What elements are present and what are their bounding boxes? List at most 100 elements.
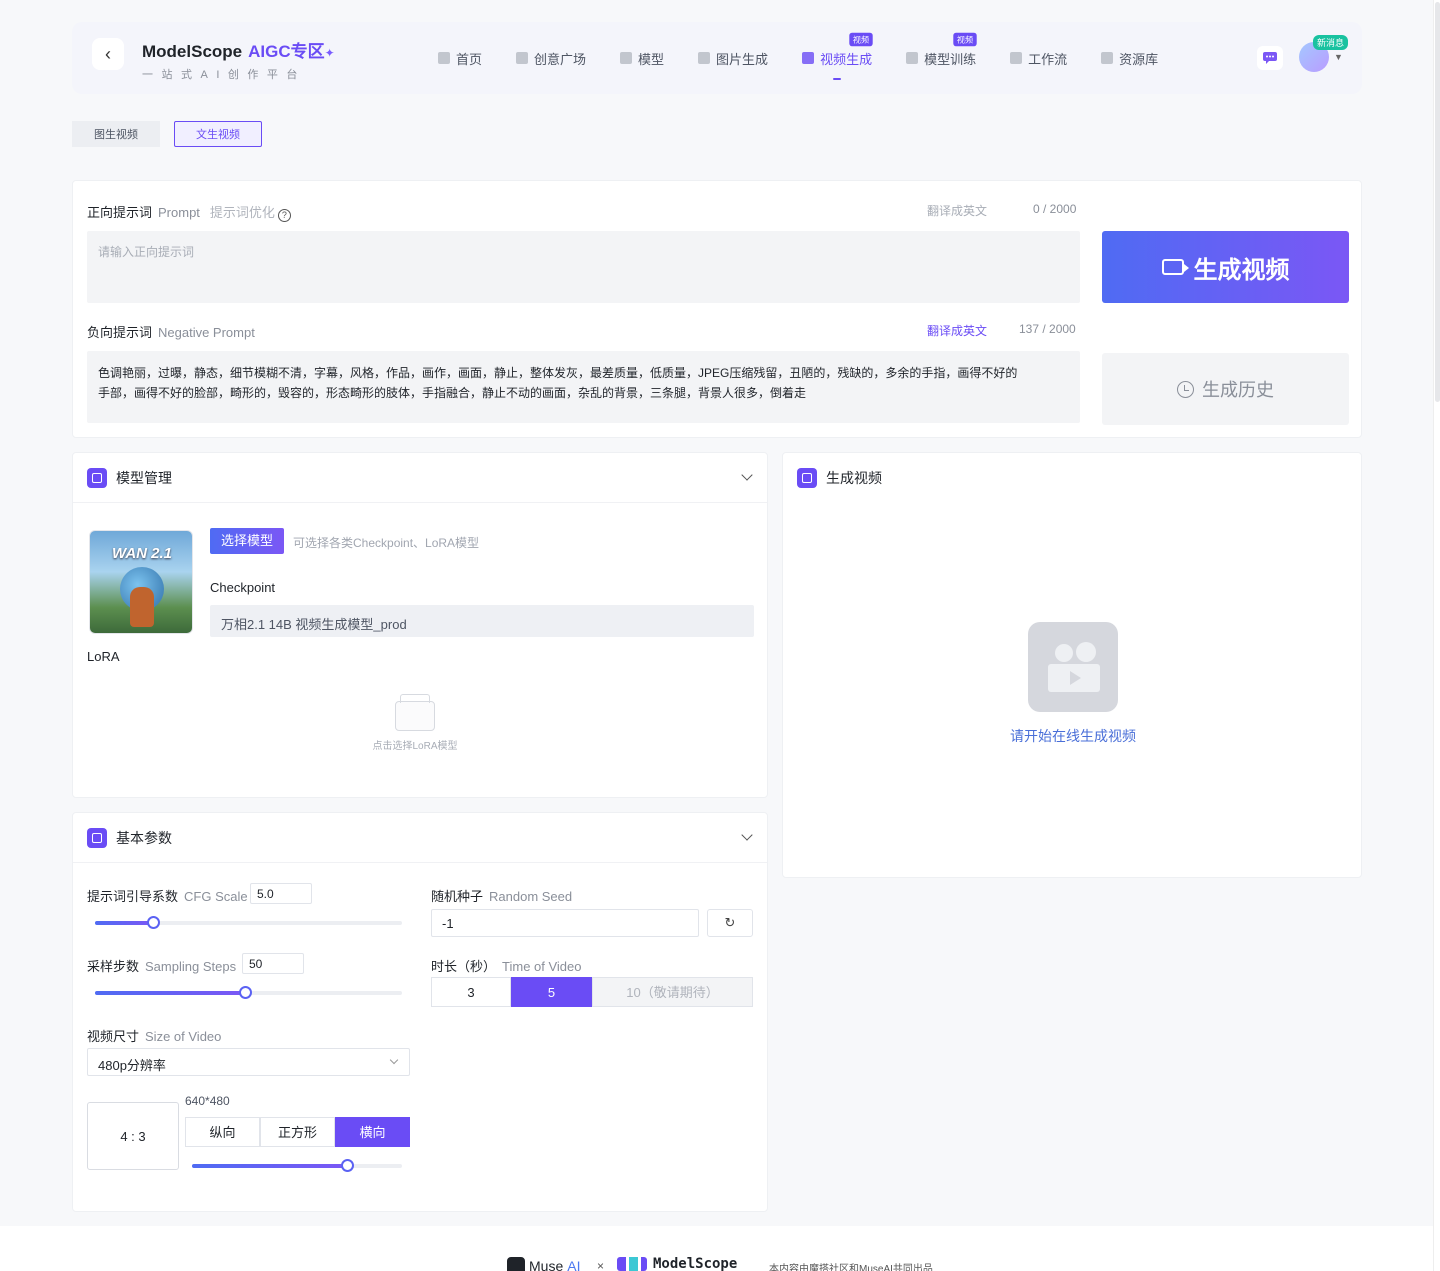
chat-icon xyxy=(1263,52,1277,64)
duration-label-row: 时长（秒） Time of Video xyxy=(431,956,582,975)
duration-segment: 3 5 10（敬请期待） xyxy=(431,977,753,1007)
prompt-translate-button[interactable]: 翻译成英文 xyxy=(927,202,987,219)
muse-ai-logo[interactable]: Muse AI xyxy=(507,1257,580,1271)
cfg-slider[interactable] xyxy=(95,916,402,929)
steps-slider-fill xyxy=(95,991,246,995)
size-select[interactable]: 480p分辨率 xyxy=(87,1048,410,1076)
aigc-label: AIGC专区 xyxy=(248,42,325,61)
negative-translate-button[interactable]: 翻译成英文 xyxy=(927,322,987,339)
message-button[interactable] xyxy=(1257,46,1283,70)
train-icon xyxy=(906,52,919,64)
cfg-input[interactable]: 5.0 xyxy=(250,883,312,904)
video-camera-icon xyxy=(1161,259,1189,275)
refresh-icon: ↻ xyxy=(724,915,736,930)
orientation-portrait[interactable]: 纵向 xyxy=(185,1117,260,1147)
duration-5s[interactable]: 5 xyxy=(511,977,592,1007)
negative-prompt-input[interactable]: 色调艳丽，过曝，静态，细节模糊不清，字幕，风格，作品，画作，画面，静止，整体发灰… xyxy=(87,351,1080,423)
main-nav: 首页 创意广场 模型 图片生成 视频生成 视频 模型训练 视频 工作流 资源库 xyxy=(438,22,1192,94)
prompt-label: 正向提示词 xyxy=(87,205,153,220)
prompt-optimize-link[interactable]: 提示词优化 xyxy=(210,205,275,220)
modelscope-text: ModelScope xyxy=(653,1256,738,1271)
cube-icon xyxy=(620,52,633,64)
duration-3s[interactable]: 3 xyxy=(431,977,511,1007)
nav-item-2[interactable]: 模型 xyxy=(620,22,664,94)
chevron-down-icon[interactable] xyxy=(741,829,753,841)
footer-x: × xyxy=(597,1259,605,1271)
muse-text: Muse xyxy=(529,1258,564,1271)
mode-tabs: 图生视频 文生视频 xyxy=(72,121,262,147)
tab-text-to-video[interactable]: 文生视频 xyxy=(174,121,262,147)
nav-item-6[interactable]: 工作流 xyxy=(1010,22,1067,94)
home-icon xyxy=(438,52,450,64)
brand-name: ModelScope xyxy=(142,42,243,61)
steps-slider-handle[interactable] xyxy=(239,986,253,999)
generated-video-title: 生成视频 xyxy=(826,470,882,486)
steps-label-row: 采样步数 Sampling Steps xyxy=(87,956,236,975)
model-management-header[interactable]: 模型管理 xyxy=(73,453,767,503)
model-management-title: 模型管理 xyxy=(116,469,172,486)
nav-item-label: 首页 xyxy=(456,51,483,67)
footer: Muse AI × ModelScope 本内容由魔搭社区和MuseAI共同出品 xyxy=(0,1226,1440,1271)
video-empty-text: 请开始在线生成视频 xyxy=(1010,728,1136,744)
generated-video-card: 生成视频 请开始在线生成视频 xyxy=(782,452,1362,878)
select-model-hint: 可选择各类Checkpoint、LoRA模型 xyxy=(293,536,480,550)
checkpoint-label: Checkpoint xyxy=(210,580,276,595)
orientation-slider[interactable] xyxy=(192,1159,402,1172)
generate-video-button[interactable]: 生成视频 xyxy=(1102,231,1349,303)
duration-label-en: Time of Video xyxy=(502,959,582,974)
nav-item-label: 资源库 xyxy=(1119,51,1159,67)
nav-item-0[interactable]: 首页 xyxy=(438,22,482,94)
modelscope-logo[interactable]: ModelScope xyxy=(617,1256,737,1271)
nav-item-1[interactable]: 创意广场 xyxy=(516,22,586,94)
footer-note: 本内容由魔搭社区和MuseAI共同出品 xyxy=(769,1264,933,1271)
checkpoint-field[interactable]: 万相2.1 14B 视频生成模型_prod xyxy=(210,605,754,637)
nav-item-7[interactable]: 资源库 xyxy=(1101,22,1158,94)
basic-params-header[interactable]: 基本参数 xyxy=(73,813,767,863)
flask-icon xyxy=(516,52,529,64)
seed-input[interactable]: -1 xyxy=(431,909,699,937)
negative-text-line-1: 色调艳丽，过曝，静态，细节模糊不清，字幕，风格，作品，画作，画面，静止，整体发灰… xyxy=(98,366,1018,380)
nav-item-3[interactable]: 图片生成 xyxy=(698,22,768,94)
caret-down-icon[interactable]: ▼ xyxy=(1334,52,1343,62)
negative-label-row: 负向提示词 Negative Prompt xyxy=(87,322,255,341)
nav-item-label: 模型 xyxy=(638,51,665,67)
workflow-icon xyxy=(1010,52,1023,64)
sparkle-icon: ✦ xyxy=(324,46,335,60)
orientation-slider-handle[interactable] xyxy=(341,1159,355,1172)
orientation-landscape[interactable]: 横向 xyxy=(335,1117,410,1147)
back-button[interactable]: ‹ xyxy=(92,38,124,70)
cfg-slider-fill xyxy=(95,921,154,925)
steps-slider[interactable] xyxy=(95,986,402,999)
random-seed-button[interactable]: ↻ xyxy=(707,909,753,937)
help-icon[interactable]: ? xyxy=(277,209,291,222)
size-label-row: 视频尺寸 Size of Video xyxy=(87,1026,221,1045)
nav-badge: 视频 xyxy=(953,32,977,47)
size-label: 视频尺寸 xyxy=(87,1029,140,1044)
orientation-square[interactable]: 正方形 xyxy=(260,1117,335,1147)
brand[interactable]: ModelScope AIGC专区✦ 一站式AI创作平台 xyxy=(142,37,335,82)
nav-item-4[interactable]: 视频生成 视频 xyxy=(802,22,873,94)
prompt-input[interactable]: 请输入正向提示词 xyxy=(87,231,1080,303)
tab-image-to-video[interactable]: 图生视频 xyxy=(72,121,160,147)
orientation-slider-fill xyxy=(192,1164,348,1168)
chevron-down-icon[interactable] xyxy=(741,469,753,481)
prompt-label-en: Prompt xyxy=(158,205,200,220)
steps-input[interactable]: 50 xyxy=(242,953,304,974)
generation-history-button[interactable]: 生成历史 xyxy=(1102,353,1349,425)
select-model-button[interactable]: 选择模型 xyxy=(210,528,285,554)
cfg-slider-handle[interactable] xyxy=(147,916,161,929)
top-header: ‹ ModelScope AIGC专区✦ 一站式AI创作平台 首页 创意广场 模型 图片… xyxy=(72,22,1362,94)
size-select-value: 480p分辨率 xyxy=(98,1058,166,1073)
nav-item-label: 视频生成 xyxy=(820,51,873,67)
nav-item-5[interactable]: 模型训练 视频 xyxy=(906,22,977,94)
clock-icon xyxy=(1177,380,1194,398)
negative-label-en: Negative Prompt xyxy=(158,325,255,340)
scrollbar-thumb[interactable] xyxy=(1435,2,1440,402)
lora-empty-state[interactable]: 点击选择LoRA模型 xyxy=(363,694,467,752)
modelscope-logo-icon xyxy=(617,1257,647,1271)
seed-label-en: Random Seed xyxy=(489,889,573,904)
model-thumbnail[interactable]: WAN 2.1 xyxy=(89,530,193,634)
video-icon xyxy=(802,52,815,64)
steps-label: 采样步数 xyxy=(87,959,140,974)
thumbnail-text: WAN 2.1 xyxy=(112,545,173,562)
